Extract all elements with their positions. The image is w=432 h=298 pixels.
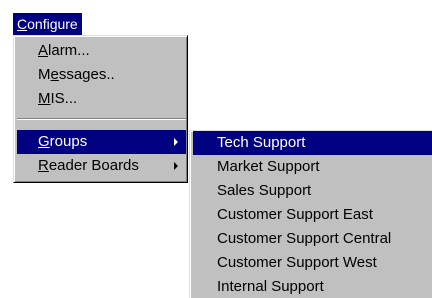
submenu-item-internal-support[interactable]: Internal Support <box>193 275 432 298</box>
configure-menu[interactable]: Configure <box>13 13 82 35</box>
groups-submenu: Tech Support Market Support Sales Suppor… <box>189 130 432 298</box>
messages-label-end: ssages.. <box>58 66 115 83</box>
menu-separator <box>17 118 186 120</box>
submenu-item-sales-support[interactable]: Sales Support <box>193 179 432 203</box>
configure-dropdown: Alarm... Messages.. MIS... Groups Reader… <box>13 35 188 183</box>
reader-boards-mnemonic: R <box>38 157 49 174</box>
menu-item-messages[interactable]: Messages.. <box>17 63 186 87</box>
groups-mnemonic: G <box>38 133 50 150</box>
messages-label-start: M <box>38 66 51 83</box>
menu-item-reader-boards[interactable]: Reader Boards <box>17 154 186 178</box>
configure-label: onfigure <box>27 16 78 32</box>
submenu-arrow-icon <box>174 138 178 146</box>
reader-boards-label: eader Boards <box>48 157 139 174</box>
submenu-item-customer-support-central[interactable]: Customer Support Central <box>193 227 432 251</box>
menu-item-alarm[interactable]: Alarm... <box>17 39 186 63</box>
menu-item-groups[interactable]: Groups <box>17 130 186 154</box>
screen: Configure Alarm... Messages.. MIS... Gro… <box>0 0 432 298</box>
mis-mnemonic: M <box>38 90 51 107</box>
submenu-item-customer-support-west[interactable]: Customer Support West <box>193 251 432 275</box>
messages-mnemonic: e <box>50 66 59 83</box>
alarm-label: larm... <box>48 42 90 59</box>
submenu-item-tech-support[interactable]: Tech Support <box>193 131 432 155</box>
submenu-arrow-icon <box>174 162 178 170</box>
mis-label: IS... <box>50 90 78 107</box>
configure-mnemonic: C <box>17 16 28 32</box>
menu-item-mis[interactable]: MIS... <box>17 87 186 111</box>
submenu-item-market-support[interactable]: Market Support <box>193 155 432 179</box>
alarm-mnemonic: A <box>38 42 49 59</box>
groups-label: roups <box>49 133 88 150</box>
submenu-item-customer-support-east[interactable]: Customer Support East <box>193 203 432 227</box>
